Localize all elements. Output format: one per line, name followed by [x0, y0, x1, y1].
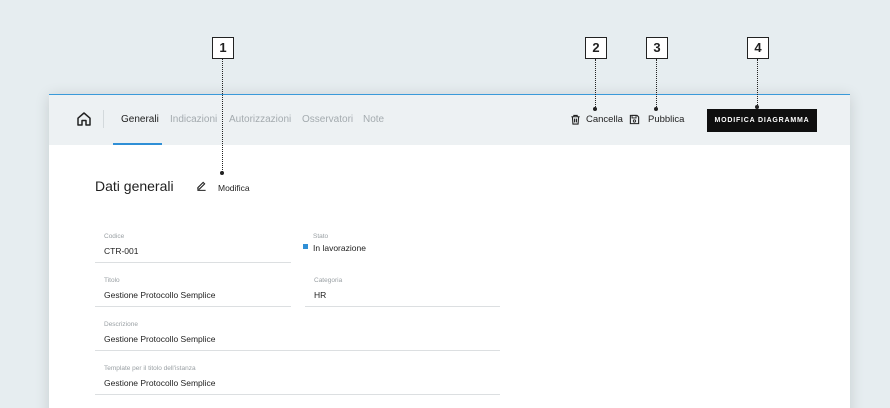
tab-autorizzazioni[interactable]: Autorizzazioni — [229, 114, 291, 125]
callout-3-anchor — [654, 107, 658, 111]
status-indicator — [303, 244, 308, 249]
delete-button[interactable]: Cancella — [586, 114, 623, 125]
callout-4: 4 — [747, 37, 769, 59]
trash-icon[interactable] — [570, 114, 581, 125]
edit-diagram-button[interactable]: MODIFICA DIAGRAMMA — [707, 109, 817, 132]
field-value: Gestione Protocollo Semplice — [104, 290, 216, 300]
home-icon[interactable] — [76, 111, 92, 127]
active-tab-indicator — [113, 143, 162, 145]
field-template-titolo-istanza[interactable]: Template per il titolo dell'istanza Gest… — [95, 365, 500, 395]
tab-osservatori[interactable]: Osservatori — [302, 114, 353, 125]
field-value: Gestione Protocollo Semplice — [104, 378, 216, 388]
field-value: HR — [314, 290, 327, 300]
field-label: Titolo — [104, 277, 120, 284]
callout-2-anchor — [593, 107, 597, 111]
section-title: Dati generali — [95, 178, 174, 194]
callout-3: 3 — [646, 37, 668, 59]
callout-4-leader — [757, 59, 758, 107]
field-value: Gestione Protocollo Semplice — [104, 334, 216, 344]
field-label: Template per il titolo dell'istanza — [104, 365, 196, 372]
field-descrizione[interactable]: Descrizione Gestione Protocollo Semplice — [95, 321, 500, 351]
field-categoria[interactable]: Categoria HR — [305, 277, 500, 307]
callout-4-anchor — [755, 105, 759, 109]
save-icon[interactable] — [629, 114, 640, 125]
callout-3-leader — [656, 59, 657, 109]
pencil-icon[interactable] — [196, 180, 207, 191]
edit-button[interactable]: Modifica — [218, 183, 250, 193]
callout-2: 2 — [585, 37, 607, 59]
field-value: CTR-001 — [104, 246, 139, 256]
field-codice[interactable]: Codice CTR-001 — [95, 233, 291, 263]
field-label: Categoria — [314, 277, 343, 284]
tab-note[interactable]: Note — [363, 114, 384, 125]
callout-1-leader — [222, 59, 223, 172]
tab-indicazioni[interactable]: Indicazioni — [170, 114, 217, 125]
callout-2-leader — [595, 59, 596, 109]
nav-divider — [103, 110, 104, 128]
field-label: Descrizione — [104, 321, 138, 328]
tab-generali[interactable]: Generali — [121, 114, 159, 125]
callout-1-anchor — [220, 171, 224, 175]
app-window: Generali Indicazioni Autorizzazioni Osse… — [49, 94, 850, 408]
field-label: Codice — [104, 233, 125, 240]
field-titolo[interactable]: Titolo Gestione Protocollo Semplice — [95, 277, 291, 307]
top-navigation-bar: Generali Indicazioni Autorizzazioni Osse… — [49, 94, 850, 145]
callout-1: 1 — [212, 37, 234, 59]
field-label: Stato — [313, 233, 329, 240]
field-stato[interactable]: Stato In lavorazione — [295, 233, 500, 263]
status-value: In lavorazione — [313, 243, 366, 253]
publish-button[interactable]: Pubblica — [648, 114, 684, 125]
